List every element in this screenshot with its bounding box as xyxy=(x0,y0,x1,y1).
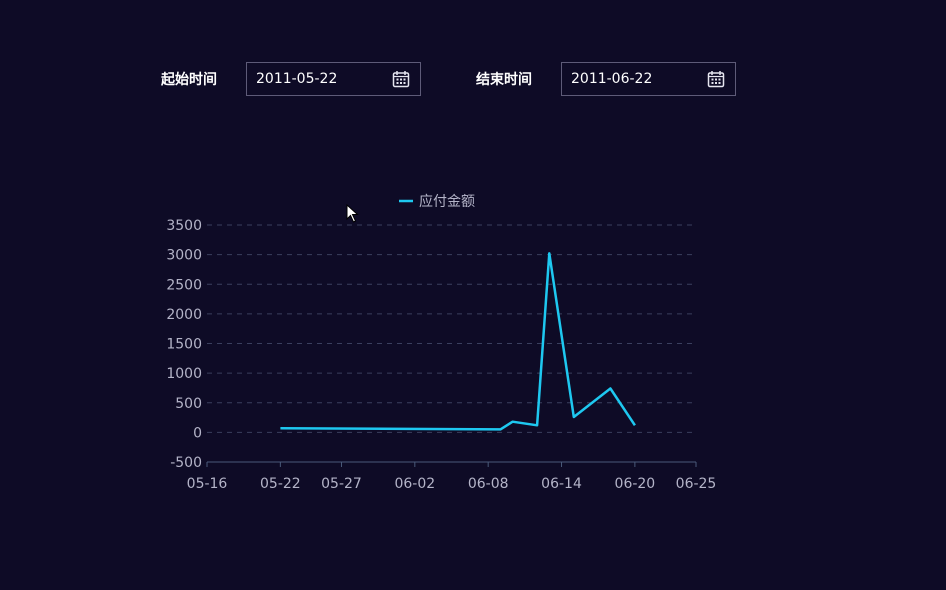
y-tick-label: 2500 xyxy=(166,277,202,293)
x-tick-label: 06-25 xyxy=(676,476,717,492)
legend[interactable]: 应付金额 xyxy=(399,193,475,210)
x-tick-label: 06-02 xyxy=(394,476,435,492)
x-tick-label: 05-16 xyxy=(187,476,228,492)
axes: 3500 3000 2500 2000 1500 1000 500 0 -500 05-16 05-… xyxy=(166,218,716,492)
legend-label: 应付金额 xyxy=(419,193,475,210)
x-tick-label: 06-20 xyxy=(615,476,656,492)
y-tick-label: 3500 xyxy=(166,218,202,234)
y-tick-label: 500 xyxy=(175,396,202,412)
y-tick-label: 1500 xyxy=(166,337,202,353)
grid-lines xyxy=(207,224,696,433)
x-tick-label: 05-27 xyxy=(321,476,362,492)
y-tick-label: -500 xyxy=(170,455,202,471)
y-tick-label: 1000 xyxy=(166,366,202,382)
chart-container: 3500 3000 2500 2000 1500 1000 500 0 -500 05-16 05-… xyxy=(0,0,946,590)
x-tick-label: 06-08 xyxy=(468,476,509,492)
mouse-cursor-icon xyxy=(346,203,360,228)
x-tick-label: 06-14 xyxy=(541,476,582,492)
y-tick-label: 3000 xyxy=(166,248,202,264)
line-chart: 3500 3000 2500 2000 1500 1000 500 0 -500 05-16 05-… xyxy=(166,193,716,492)
x-tick-label: 05-22 xyxy=(260,476,301,492)
y-tick-label: 2000 xyxy=(166,307,202,323)
app-root: 起始时间 2011-05-22 结束时间 2011-06-22 3500 300… xyxy=(0,0,946,590)
y-tick-label: 0 xyxy=(193,425,202,441)
